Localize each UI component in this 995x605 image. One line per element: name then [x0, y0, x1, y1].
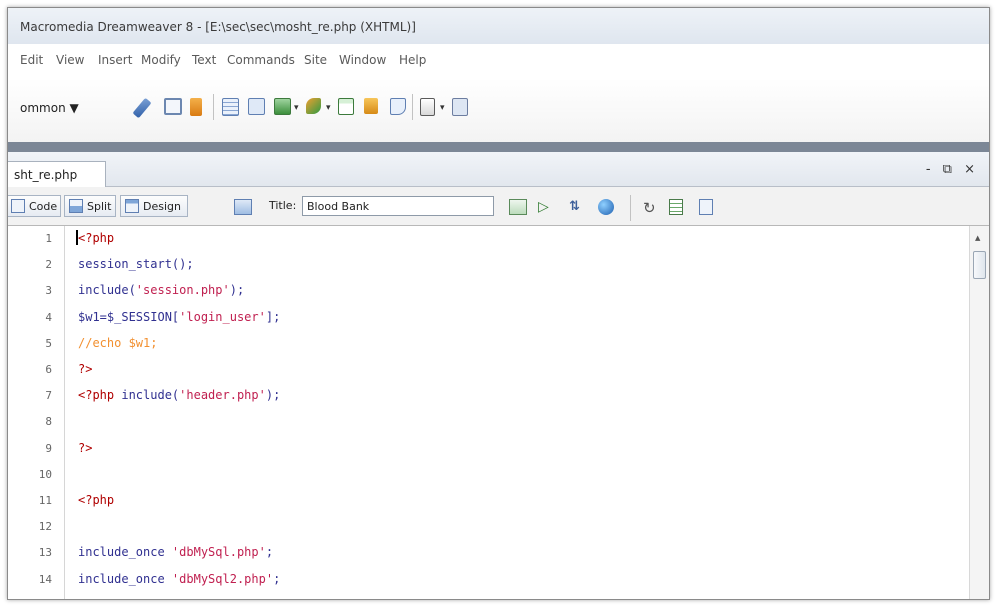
line-number: 10: [38, 467, 52, 481]
chevron-down-icon[interactable]: ▾: [326, 103, 331, 113]
head-content-icon[interactable]: [420, 98, 435, 116]
live-data-icon[interactable]: [234, 199, 252, 215]
image-icon[interactable]: [274, 98, 291, 115]
validate-markup-icon[interactable]: [509, 199, 527, 215]
title-bar: Macromedia Dreamweaver 8 - [E:\sec\sec\m…: [8, 8, 989, 44]
menu-window[interactable]: Window: [339, 53, 386, 67]
document-tab[interactable]: sht_re.php: [8, 161, 106, 187]
layer-icon[interactable]: [248, 98, 265, 115]
code-view-button[interactable]: Code: [8, 195, 61, 217]
email-link-icon[interactable]: [164, 98, 182, 115]
document-tab-label: sht_re.php: [14, 168, 78, 182]
menu-text[interactable]: Text: [192, 53, 216, 67]
split-view-button[interactable]: Split: [64, 195, 116, 217]
split-view-icon: [69, 199, 83, 213]
named-anchor-icon[interactable]: [190, 98, 202, 116]
line-number: 4: [45, 310, 52, 324]
dreamweaver-window: Macromedia Dreamweaver 8 - [E:\sec\sec\m…: [7, 7, 990, 600]
media-icon[interactable]: [306, 98, 321, 114]
hyperlink-icon[interactable]: [132, 97, 152, 119]
document-title-input[interactable]: [302, 196, 494, 216]
document-window-controls[interactable]: - ⧉ ×: [926, 162, 979, 177]
refresh-icon[interactable]: ↻: [643, 199, 661, 217]
chevron-down-icon[interactable]: ▾: [440, 103, 445, 113]
menu-modify[interactable]: Modify: [141, 53, 181, 67]
code-line[interactable]: session_start();: [78, 257, 194, 271]
separator: [213, 94, 214, 120]
code-line[interactable]: include_once 'dbMySql2.php';: [78, 572, 280, 586]
code-line[interactable]: <?php include('header.php');: [78, 388, 280, 402]
panel-divider: [8, 142, 989, 152]
separator: [630, 195, 631, 221]
menu-commands[interactable]: Commands: [227, 53, 295, 67]
comment-icon[interactable]: [390, 98, 406, 115]
menu-view[interactable]: View: [56, 53, 84, 67]
design-view-button[interactable]: Design: [120, 195, 188, 217]
line-number: 13: [38, 546, 52, 560]
separator: [412, 94, 413, 120]
vertical-scrollbar[interactable]: ▲: [969, 226, 989, 599]
code-line[interactable]: <?php: [78, 493, 114, 507]
design-view-icon: [125, 199, 139, 213]
line-number: 5: [45, 336, 52, 350]
line-number: 2: [45, 258, 52, 272]
line-number: 15: [8, 599, 52, 600]
insert-bar: ommon ▼ ▾ ▾ ▾: [8, 78, 989, 143]
line-number: 14: [38, 572, 52, 586]
server-side-include-icon[interactable]: [364, 98, 378, 114]
scrollbar-thumb[interactable]: [973, 251, 986, 279]
menu-site[interactable]: Site: [304, 53, 327, 67]
code-line[interactable]: ?>: [78, 441, 92, 455]
scroll-up-arrow-icon[interactable]: ▲: [975, 234, 980, 242]
chevron-down-icon[interactable]: ▾: [294, 103, 299, 113]
code-line[interactable]: $w1=$_SESSION['login_user'];: [78, 310, 280, 324]
menu-help[interactable]: Help: [399, 53, 426, 67]
menu-insert[interactable]: Insert: [98, 53, 132, 67]
code-line[interactable]: include_once 'dbMySql.php';: [78, 545, 273, 559]
view-options-icon[interactable]: [669, 199, 683, 215]
insert-category-dropdown[interactable]: ommon ▼: [20, 101, 79, 115]
line-number: 12: [38, 520, 52, 534]
line-number: 9: [45, 441, 52, 455]
code-line[interactable]: //echo $w1;: [78, 336, 157, 350]
window-title: Macromedia Dreamweaver 8 - [E:\sec\sec\m…: [20, 20, 416, 34]
line-number: 3: [45, 284, 52, 298]
line-number: 6: [45, 363, 52, 376]
line-number: 1: [45, 232, 52, 245]
code-editor[interactable]: 123456789101112131415 <?phpsession_start…: [8, 226, 989, 599]
table-icon[interactable]: [222, 98, 239, 116]
visual-aids-icon[interactable]: [699, 199, 713, 215]
code-line[interactable]: <?php: [78, 231, 114, 245]
file-management-icon[interactable]: ⇅: [569, 199, 587, 215]
line-number: 7: [45, 389, 52, 403]
script-icon[interactable]: [452, 98, 468, 116]
code-line[interactable]: include('session.php');: [78, 283, 244, 297]
check-browser-icon[interactable]: ▷: [538, 199, 556, 215]
menu-bar: Edit View Insert Modify Text Commands Si…: [8, 44, 989, 78]
line-number-gutter: 123456789101112131415: [8, 226, 65, 599]
menu-edit[interactable]: Edit: [20, 53, 43, 67]
document-tab-bar: sht_re.php - ⧉ ×: [8, 152, 989, 187]
line-number: 8: [45, 415, 52, 429]
date-icon[interactable]: [338, 98, 354, 115]
code-line[interactable]: ?>: [78, 362, 92, 376]
title-label: Title:: [269, 199, 297, 212]
document-toolbar: Code Split Design Title: ▷ ⇅ ↻: [8, 187, 989, 226]
code-view-icon: [11, 199, 25, 213]
preview-in-browser-icon[interactable]: [598, 199, 614, 215]
line-number: 11: [38, 494, 52, 507]
